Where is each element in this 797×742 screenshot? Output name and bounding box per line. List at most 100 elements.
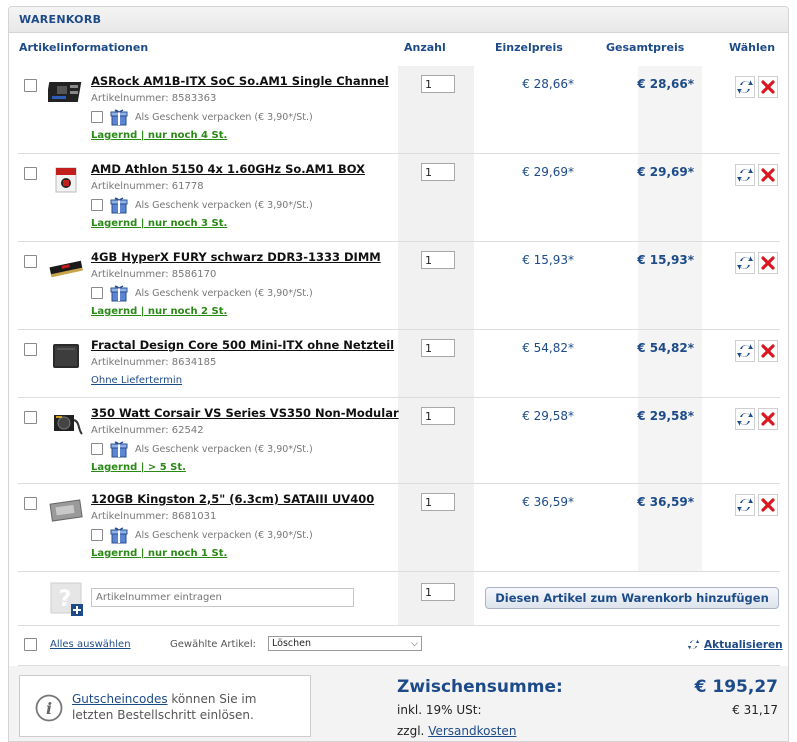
gift-wrap-label: Als Geschenk verpacken (€ 3,90*/St.) bbox=[135, 287, 313, 299]
voucher-codes-link[interactable]: Gutscheincodes bbox=[72, 692, 168, 706]
delete-item-button[interactable] bbox=[758, 252, 778, 274]
add-quantity-input[interactable]: 1 bbox=[421, 583, 455, 601]
add-article-row: ? 1 Diesen Artikel zum Warenkorb hinzufü… bbox=[18, 572, 780, 626]
gift-wrap-checkbox[interactable] bbox=[91, 287, 103, 299]
refresh-arrows-icon bbox=[737, 498, 753, 512]
refresh-arrows-icon bbox=[737, 80, 753, 94]
gift-wrap-checkbox[interactable] bbox=[91, 111, 103, 123]
chevron-down-icon: ⌵ bbox=[411, 639, 418, 649]
gift-wrap-option: Als Geschenk verpacken (€ 3,90*/St.) bbox=[91, 284, 313, 302]
item-checkbox[interactable] bbox=[24, 255, 37, 268]
article-number: Artikelnummer: 8586170 bbox=[91, 269, 217, 280]
shipping-costs-link[interactable]: Versandkosten bbox=[428, 724, 516, 738]
product-name-link[interactable]: 350 Watt Corsair VS Series VS350 Non-Mod… bbox=[91, 406, 399, 420]
refresh-item-button[interactable] bbox=[735, 408, 755, 430]
item-checkbox[interactable] bbox=[24, 167, 37, 180]
header-quantity: Anzahl bbox=[404, 41, 446, 54]
cart-item-row: ASRock AM1B-ITX SoC So.AM1 Single Channe… bbox=[18, 66, 780, 154]
cart-panel: WARENKORB Artikelinformationen Anzahl Ei… bbox=[8, 6, 789, 742]
refresh-item-button[interactable] bbox=[735, 340, 755, 362]
header-info: Artikelinformationen bbox=[19, 41, 149, 54]
gift-wrap-checkbox[interactable] bbox=[91, 199, 103, 211]
refresh-arrows-icon bbox=[737, 256, 753, 270]
refresh-item-button[interactable] bbox=[735, 164, 755, 186]
delivery-status-link[interactable]: Ohne Liefertermin bbox=[91, 375, 182, 386]
header-unit-price: Einzelpreis bbox=[495, 41, 563, 54]
quantity-input[interactable]: 1 bbox=[421, 75, 455, 93]
select-all-checkbox[interactable] bbox=[24, 638, 37, 651]
delete-item-button[interactable] bbox=[758, 408, 778, 430]
stock-status-link[interactable]: Lagernd | > 5 St. bbox=[91, 462, 186, 473]
cpu-box-thumbnail bbox=[55, 167, 77, 193]
subtotal-value: € 195,27 bbox=[694, 677, 778, 697]
delete-item-button[interactable] bbox=[758, 164, 778, 186]
svg-text:i: i bbox=[46, 699, 52, 718]
total-price: € 29,69* bbox=[637, 165, 694, 179]
voucher-text: Gutscheincodes können Sie im letzten Bes… bbox=[72, 691, 292, 723]
bulk-action-select[interactable]: Löschen ⌵ bbox=[268, 636, 422, 651]
stock-status-link[interactable]: Lagernd | nur noch 1 St. bbox=[91, 548, 227, 559]
quantity-input[interactable]: 1 bbox=[421, 407, 455, 425]
shipping-prefix: zzgl. bbox=[397, 724, 429, 738]
gift-wrap-option: Als Geschenk verpacken (€ 3,90*/St.) bbox=[91, 440, 313, 458]
quantity-input[interactable]: 1 bbox=[421, 163, 455, 181]
add-to-cart-button[interactable]: Diesen Artikel zum Warenkorb hinzufügen bbox=[485, 587, 779, 609]
gift-wrap-label: Als Geschenk verpacken (€ 3,90*/St.) bbox=[135, 199, 313, 211]
svg-text:?: ? bbox=[59, 587, 72, 612]
unit-price: € 29,69* bbox=[522, 165, 574, 179]
quantity-input[interactable]: 1 bbox=[421, 251, 455, 269]
item-checkbox[interactable] bbox=[24, 343, 37, 356]
ram-module-thumbnail bbox=[49, 260, 83, 278]
delete-x-icon bbox=[761, 256, 775, 270]
delete-item-button[interactable] bbox=[758, 340, 778, 362]
item-checkbox[interactable] bbox=[24, 79, 37, 92]
unit-price: € 29,58* bbox=[522, 409, 574, 423]
refresh-item-button[interactable] bbox=[735, 494, 755, 516]
stock-status-link[interactable]: Lagernd | nur noch 4 St. bbox=[91, 130, 227, 141]
power-supply-thumbnail bbox=[54, 415, 83, 435]
product-name-link[interactable]: 4GB HyperX FURY schwarz DDR3-1333 DIMM bbox=[91, 250, 381, 264]
product-name-link[interactable]: AMD Athlon 5150 4x 1.60GHz So.AM1 BOX bbox=[91, 162, 365, 176]
product-name-link[interactable]: 120GB Kingston 2,5" (6.3cm) SATAIII UV40… bbox=[91, 492, 374, 506]
total-price: € 29,58* bbox=[637, 409, 694, 423]
article-number-input[interactable] bbox=[91, 588, 354, 607]
stock-status-link[interactable]: Lagernd | nur noch 3 St. bbox=[91, 218, 227, 229]
stock-status-link[interactable]: Lagernd | nur noch 2 St. bbox=[91, 306, 227, 317]
delete-x-icon bbox=[761, 168, 775, 182]
refresh-item-button[interactable] bbox=[735, 76, 755, 98]
item-checkbox[interactable] bbox=[24, 497, 37, 510]
gift-wrap-label: Als Geschenk verpacken (€ 3,90*/St.) bbox=[135, 529, 313, 541]
cart-item-row: Fractal Design Core 500 Mini-ITX ohne Ne… bbox=[18, 330, 780, 398]
delete-item-button[interactable] bbox=[758, 494, 778, 516]
cart-item-row: 4GB HyperX FURY schwarz DDR3-1333 DIMM A… bbox=[18, 242, 780, 330]
item-checkbox[interactable] bbox=[24, 411, 37, 424]
tax-label: inkl. 19% USt: bbox=[397, 703, 482, 717]
unit-price: € 36,59* bbox=[522, 495, 574, 509]
gift-box-icon bbox=[110, 441, 128, 458]
cart-item-row: 350 Watt Corsair VS Series VS350 Non-Mod… bbox=[18, 398, 780, 484]
shipping-note: zzgl. Versandkosten bbox=[397, 724, 516, 738]
gift-wrap-checkbox[interactable] bbox=[91, 529, 103, 541]
product-name-link[interactable]: ASRock AM1B-ITX SoC So.AM1 Single Channe… bbox=[91, 74, 389, 88]
bulk-action-value: Löschen bbox=[272, 638, 311, 649]
quantity-input[interactable]: 1 bbox=[421, 339, 455, 357]
gift-wrap-checkbox[interactable] bbox=[91, 443, 103, 455]
refresh-item-button[interactable] bbox=[735, 252, 755, 274]
article-number: Artikelnummer: 62542 bbox=[91, 425, 204, 436]
article-number: Artikelnummer: 8681031 bbox=[91, 511, 217, 522]
unit-price: € 28,66* bbox=[522, 77, 574, 91]
article-number: Artikelnummer: 8583363 bbox=[91, 93, 217, 104]
gift-box-icon bbox=[110, 197, 128, 214]
update-cart-label: Aktualisieren bbox=[704, 638, 783, 651]
product-name-link[interactable]: Fractal Design Core 500 Mini-ITX ohne Ne… bbox=[91, 338, 394, 352]
delete-item-button[interactable] bbox=[758, 76, 778, 98]
quantity-input[interactable]: 1 bbox=[421, 493, 455, 511]
update-cart-link[interactable]: Aktualisieren bbox=[687, 637, 783, 652]
unit-price: € 54,82* bbox=[522, 341, 574, 355]
refresh-arrows-icon bbox=[737, 344, 753, 358]
motherboard-thumbnail bbox=[48, 82, 82, 102]
bulk-action-bar: Alles auswählen Gewählte Artikel: Lösche… bbox=[18, 626, 783, 666]
select-all-link[interactable]: Alles auswählen bbox=[50, 639, 131, 650]
gift-box-icon bbox=[110, 109, 128, 126]
gift-wrap-label: Als Geschenk verpacken (€ 3,90*/St.) bbox=[135, 443, 313, 455]
